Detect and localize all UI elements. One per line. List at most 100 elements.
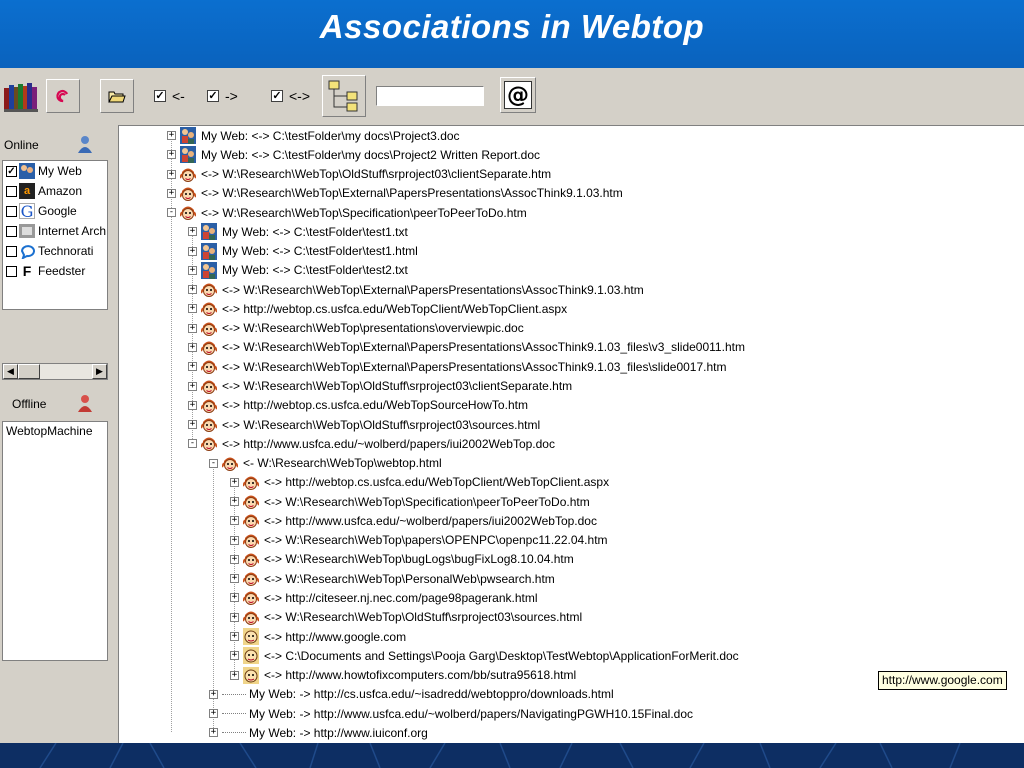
expand-node-icon[interactable]: + xyxy=(188,342,197,352)
expand-node-icon[interactable]: + xyxy=(230,554,239,564)
tree-node[interactable]: + <-> http://www.howtofixcomputers.com/bb… xyxy=(230,666,576,685)
expand-node-icon[interactable]: + xyxy=(230,632,239,642)
expand-node-icon[interactable]: + xyxy=(230,535,239,545)
tree-node[interactable]: + My Web: <-> C:\testFolder\my docs\Proje… xyxy=(167,126,460,145)
expand-node-icon[interactable]: + xyxy=(230,477,239,487)
search-input[interactable] xyxy=(376,86,484,106)
expand-node-icon[interactable]: + xyxy=(167,169,176,179)
tree-node[interactable]: + My Web: -> http://cs.usfca.edu/~isadred… xyxy=(209,685,614,704)
tree-node[interactable]: + <-> W:\Research\WebTop\Specification\pe… xyxy=(230,492,590,511)
offline-item[interactable]: WebtopMachine xyxy=(6,424,104,438)
expand-node-icon[interactable]: + xyxy=(167,150,176,160)
tree-node[interactable]: + My Web: <-> C:\testFolder\my docs\Proje… xyxy=(167,145,540,164)
source-item-google[interactable]: G Google xyxy=(3,201,107,221)
tree-node[interactable]: + <-> C:\Documents and Settings\Pooja Gar… xyxy=(230,646,739,665)
expand-node-icon[interactable]: + xyxy=(188,246,197,256)
tree-node[interactable]: + <-> W:\Research\WebTop\External\PapersP… xyxy=(188,357,727,376)
source-item-my-web[interactable]: ✓ My Web xyxy=(3,161,107,181)
scroll-thumb[interactable] xyxy=(18,364,40,379)
collapse-node-icon[interactable]: - xyxy=(167,208,176,218)
tree-node[interactable]: + <-> W:\Research\WebTop\OldStuff\srproje… xyxy=(167,165,551,184)
debian-swirl-button[interactable] xyxy=(46,79,80,113)
redhead-face-icon xyxy=(201,360,217,375)
source-checkbox[interactable] xyxy=(6,225,17,237)
tree-node[interactable]: + My Web: <-> C:\testFolder\test2.txt xyxy=(188,261,408,280)
source-checkbox[interactable] xyxy=(6,205,17,217)
source-checkbox[interactable] xyxy=(6,185,17,197)
source-item-feedster[interactable]: F Feedster xyxy=(3,261,107,281)
expand-node-icon[interactable]: + xyxy=(188,400,197,410)
tree-node[interactable]: + <-> W:\Research\WebTop\External\PapersP… xyxy=(167,184,623,203)
tree-node[interactable]: + <-> http://webtop.cs.usfca.edu/WebTopCl… xyxy=(230,473,609,492)
online-label: Online xyxy=(4,138,39,152)
expand-node-icon[interactable]: + xyxy=(188,265,197,275)
filter-outgoing-checkbox[interactable]: ✓ xyxy=(207,90,219,102)
filter-bidirectional[interactable]: ✓ <-> xyxy=(271,88,310,104)
expand-node-icon[interactable]: + xyxy=(230,670,239,680)
tree-node[interactable]: - <-> http://www.usfca.edu/~wolberd/paper… xyxy=(188,434,555,453)
tree-view-button[interactable] xyxy=(322,75,366,117)
search-button[interactable]: @ xyxy=(500,77,536,113)
tree-node[interactable]: + <-> W:\Research\WebTop\OldStuff\srproje… xyxy=(230,608,582,627)
tree-node[interactable]: + <-> W:\Research\WebTop\OldStuff\srproje… xyxy=(188,415,540,434)
tree-node-label: <-> W:\Research\WebTop\External\PapersPr… xyxy=(201,186,623,201)
tree-node[interactable]: + My Web: <-> C:\testFolder\test1.html xyxy=(188,242,418,261)
expand-node-icon[interactable]: + xyxy=(188,381,197,391)
tree-node[interactable]: + My Web: -> http://www.usfca.edu/~wolber… xyxy=(209,704,693,723)
filter-bidirectional-label: <-> xyxy=(289,88,311,104)
my-web-people-icon xyxy=(180,127,196,144)
filter-incoming[interactable]: ✓ <- xyxy=(154,88,185,104)
source-checkbox[interactable]: ✓ xyxy=(6,165,17,177)
tree-node[interactable]: + <-> http://webtop.cs.usfca.edu/WebTopSo… xyxy=(188,396,528,415)
tree-node[interactable]: + My Web: -> http://www.iuiconf.org xyxy=(209,723,428,742)
tree-node[interactable]: + <-> http://citeseer.nj.nec.com/page98pa… xyxy=(230,588,538,607)
expand-node-icon[interactable]: + xyxy=(209,728,218,738)
collapse-node-icon[interactable]: - xyxy=(188,439,197,449)
source-item-internet-archive[interactable]: Internet Arch xyxy=(3,221,107,241)
expand-node-icon[interactable]: + xyxy=(230,651,239,661)
expand-node-icon[interactable]: + xyxy=(209,689,218,699)
expand-node-icon[interactable]: + xyxy=(188,362,197,372)
expand-node-icon[interactable]: + xyxy=(230,497,239,507)
source-item-amazon[interactable]: a Amazon xyxy=(3,181,107,201)
expand-node-icon[interactable]: + xyxy=(230,574,239,584)
tree-node-label: <-> W:\Research\WebTop\presentations\ove… xyxy=(222,321,524,336)
tree-node[interactable]: + <-> W:\Research\WebTop\OldStuff\srproje… xyxy=(188,377,572,396)
tree-node[interactable]: + <-> http://www.google.com xyxy=(230,627,406,646)
filter-outgoing[interactable]: ✓ -> xyxy=(207,88,238,104)
expand-node-icon[interactable]: + xyxy=(167,131,176,140)
filter-bidirectional-checkbox[interactable]: ✓ xyxy=(271,90,283,102)
expand-node-icon[interactable]: + xyxy=(188,420,197,430)
tree-node[interactable]: + <-> W:\Research\WebTop\bugLogs\bugFixLo… xyxy=(230,550,574,569)
scroll-right-button[interactable]: ▶ xyxy=(92,364,107,379)
books-icon[interactable] xyxy=(4,82,38,112)
scroll-left-button[interactable]: ◀ xyxy=(3,364,18,379)
expand-node-icon[interactable]: + xyxy=(230,612,239,622)
collapse-node-icon[interactable]: - xyxy=(209,458,218,468)
source-checkbox[interactable] xyxy=(6,245,17,257)
expand-node-icon[interactable]: + xyxy=(230,516,239,526)
expand-node-icon[interactable]: + xyxy=(188,323,197,333)
source-checkbox[interactable] xyxy=(6,265,17,277)
filter-incoming-checkbox[interactable]: ✓ xyxy=(154,90,166,102)
expand-node-icon[interactable]: + xyxy=(188,285,197,295)
online-list-scrollbar[interactable]: ◀ ▶ xyxy=(2,363,108,380)
redhead-face-icon xyxy=(201,341,217,355)
expand-node-icon[interactable]: + xyxy=(167,188,176,198)
tree-node[interactable]: - <-> W:\Research\WebTop\Specification\pe… xyxy=(167,203,527,222)
tree-node[interactable]: + My Web: <-> C:\testFolder\test1.txt xyxy=(188,222,408,241)
source-item-technorati[interactable]: Technorati xyxy=(3,241,107,261)
expand-node-icon[interactable]: + xyxy=(188,304,197,314)
expand-node-icon[interactable]: + xyxy=(209,709,218,719)
tree-node[interactable]: - <- W:\Research\WebTop\webtop.html xyxy=(209,454,442,473)
open-folder-button[interactable] xyxy=(100,79,134,113)
tree-node[interactable]: + <-> http://webtop.cs.usfca.edu/WebTopCl… xyxy=(188,299,567,318)
tree-node[interactable]: + <-> W:\Research\WebTop\PersonalWeb\pwse… xyxy=(230,569,555,588)
expand-node-icon[interactable]: + xyxy=(230,593,239,603)
tree-node[interactable]: + <-> W:\Research\WebTop\papers\OPENPC\op… xyxy=(230,531,608,550)
tree-node[interactable]: + <-> W:\Research\WebTop\External\PapersP… xyxy=(188,338,745,357)
tree-node[interactable]: + <-> W:\Research\WebTop\presentations\ov… xyxy=(188,319,524,338)
tree-node[interactable]: + <-> W:\Research\WebTop\External\PapersP… xyxy=(188,280,644,299)
tree-node[interactable]: + <-> http://www.usfca.edu/~wolberd/paper… xyxy=(230,511,597,530)
expand-node-icon[interactable]: + xyxy=(188,227,197,237)
